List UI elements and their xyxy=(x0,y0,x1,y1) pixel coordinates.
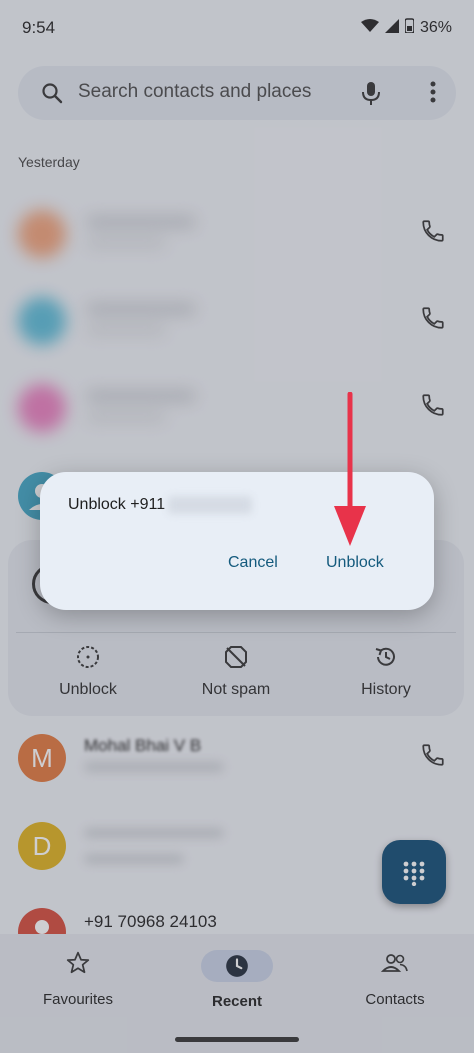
redacted-number xyxy=(168,496,252,514)
arrow-down-icon xyxy=(334,392,366,546)
dialog-message: Unblock +911 xyxy=(68,496,166,513)
confirm-unblock-button[interactable]: Unblock xyxy=(326,554,384,572)
unblock-dialog: Unblock +911 Cancel Unblock xyxy=(40,472,434,610)
cancel-button[interactable]: Cancel xyxy=(228,554,278,572)
